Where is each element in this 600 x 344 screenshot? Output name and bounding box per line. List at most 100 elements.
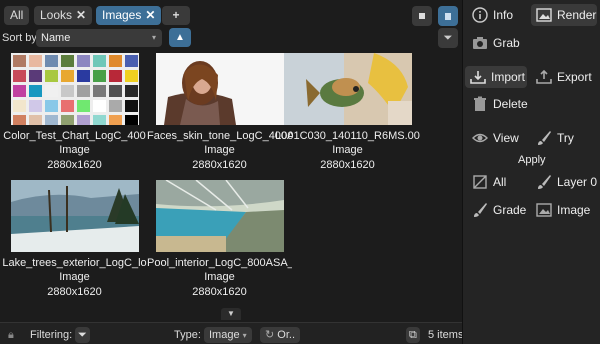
list-view-button[interactable] [412, 6, 432, 26]
filter-dropdown[interactable]: ⏷ [75, 327, 90, 343]
trash-icon [474, 96, 486, 111]
info-button[interactable]: Info [467, 4, 525, 26]
sort-direction-button[interactable]: ▲ [169, 28, 191, 47]
item-size: 2880x1620 [192, 159, 247, 171]
square-icon [419, 13, 425, 19]
item-size: 2880x1620 [47, 159, 102, 171]
or-label: Or.. [277, 329, 296, 341]
item-count: 5 items [428, 329, 464, 341]
import-icon [470, 71, 486, 84]
delete-button[interactable]: Delete [467, 93, 531, 115]
image-icon [536, 203, 552, 217]
grab-button[interactable]: Grab [467, 32, 527, 54]
refresh-icon: ↻ [265, 329, 275, 341]
apply-all-button[interactable]: All [467, 171, 527, 193]
chevron-down-icon: ▼ [227, 309, 235, 318]
or-button[interactable]: ↻ Or.. [260, 327, 301, 343]
render-button[interactable]: Render [531, 4, 597, 26]
item-name: Faces_skin_tone_LogC_400A [147, 130, 292, 142]
lake-thumbnail [10, 180, 139, 252]
select-icon: ⧉ [409, 329, 417, 341]
faces-image [155, 53, 284, 125]
brush-icon [474, 203, 487, 217]
item-type: Image [204, 144, 235, 156]
brush-icon [538, 175, 551, 189]
try-button[interactable]: Try [531, 127, 597, 149]
eye-icon [472, 133, 488, 143]
item-name: Lake_trees_exterior_LogC_lo [2, 257, 147, 269]
tab-looks[interactable]: Looks ✕ [34, 6, 93, 25]
apply-layer-button[interactable]: Layer 0 [531, 171, 597, 193]
filter-toggle-button[interactable]: ⏷ [438, 28, 458, 48]
apply-image-button[interactable]: Image [531, 199, 597, 221]
tab-images[interactable]: Images ✕ [96, 6, 162, 25]
type-select-value: Image [209, 329, 240, 341]
render-label: Render [557, 8, 597, 22]
export-label: Export [557, 70, 592, 84]
item-size: 2880x1620 [320, 159, 375, 171]
color-chart-thumbnail [10, 53, 139, 125]
brush-icon [538, 131, 551, 145]
list-item[interactable]: Lake_trees_exterior_LogC_lo Image 2880x1… [2, 180, 147, 298]
fish-thumbnail [283, 53, 412, 125]
camera-icon [473, 37, 487, 49]
select-all-button[interactable]: ⧉ [406, 327, 420, 343]
pool-image [155, 180, 284, 252]
actions-panel: Info Render Grab Import Export Delete Vi… [462, 0, 600, 344]
item-name: Color_Test_Chart_LogC_400 [3, 130, 146, 142]
add-tab-button[interactable]: + [162, 6, 190, 25]
lock-icon[interactable]: 🔒︎ [8, 327, 14, 343]
item-size: 2880x1620 [47, 286, 102, 298]
tab-all[interactable]: All [4, 6, 30, 25]
type-label: Type: [174, 329, 201, 341]
all-label: All [493, 175, 507, 189]
color-chart-swatches [10, 53, 139, 125]
grade-label: Grade [493, 203, 527, 217]
view-label: View [493, 131, 519, 145]
delete-label: Delete [493, 97, 528, 111]
browser-pane: All Looks ✕ Images ✕ + Sort by Name ▾ ▲ … [0, 0, 464, 344]
import-label: Import [491, 70, 526, 84]
grid-view-button[interactable] [438, 6, 458, 26]
status-bar: 🔒︎ Filtering: ⏷ Type: Image ▾ ↻ Or.. ⧉ 5… [0, 322, 464, 344]
triangle-up-icon: ▲ [175, 32, 185, 43]
item-type: Image [204, 271, 235, 283]
close-icon[interactable]: ✕ [145, 8, 155, 22]
type-select[interactable]: Image ▾ [204, 327, 252, 343]
export-button[interactable]: Export [531, 66, 597, 88]
sort-select[interactable]: Name ▾ [36, 29, 162, 47]
info-label: Info [493, 8, 514, 22]
list-item[interactable]: Pool_interior_LogC_800ASA_ Image 2880x16… [147, 180, 292, 298]
grab-label: Grab [493, 36, 520, 50]
item-type: Image [332, 144, 363, 156]
plus-icon: + [172, 8, 180, 22]
collapse-panel-handle[interactable]: ▼ [221, 308, 241, 320]
image-label: Image [557, 203, 591, 217]
export-icon [536, 69, 552, 84]
item-name: L001C030_140110_R6MS.00 [275, 130, 420, 142]
list-item[interactable]: Faces_skin_tone_LogC_400A Image 2880x162… [147, 53, 292, 171]
item-size: 2880x1620 [192, 286, 247, 298]
info-icon [472, 7, 488, 23]
image-icon [536, 8, 552, 22]
chevron-down-icon: ▾ [242, 331, 247, 340]
list-item[interactable]: L001C030_140110_R6MS.00 Image 2880x1620 [275, 53, 420, 171]
tab-bar: All Looks ✕ Images ✕ + [0, 0, 462, 28]
layers-off-icon [473, 175, 487, 189]
view-button[interactable]: View [467, 127, 527, 149]
layer-label: Layer 0 [557, 175, 598, 189]
item-type: Image [59, 144, 90, 156]
tab-looks-label: Looks [40, 8, 73, 22]
apply-grade-button[interactable]: Grade [467, 199, 531, 221]
filter-icon: ⏷ [443, 32, 453, 44]
lake-image [10, 180, 139, 252]
chevron-down-icon: ▾ [151, 33, 156, 42]
list-item[interactable]: Color_Test_Chart_LogC_400 Image 2880x162… [2, 53, 147, 171]
tab-images-label: Images [102, 8, 142, 22]
try-label: Try [557, 131, 574, 145]
import-button[interactable]: Import [465, 66, 527, 88]
sort-by-label: Sort by [2, 32, 37, 44]
pool-thumbnail [155, 180, 284, 252]
close-icon[interactable]: ✕ [76, 8, 86, 22]
image-browser-window: All Looks ✕ Images ✕ + Sort by Name ▾ ▲ … [0, 0, 600, 344]
